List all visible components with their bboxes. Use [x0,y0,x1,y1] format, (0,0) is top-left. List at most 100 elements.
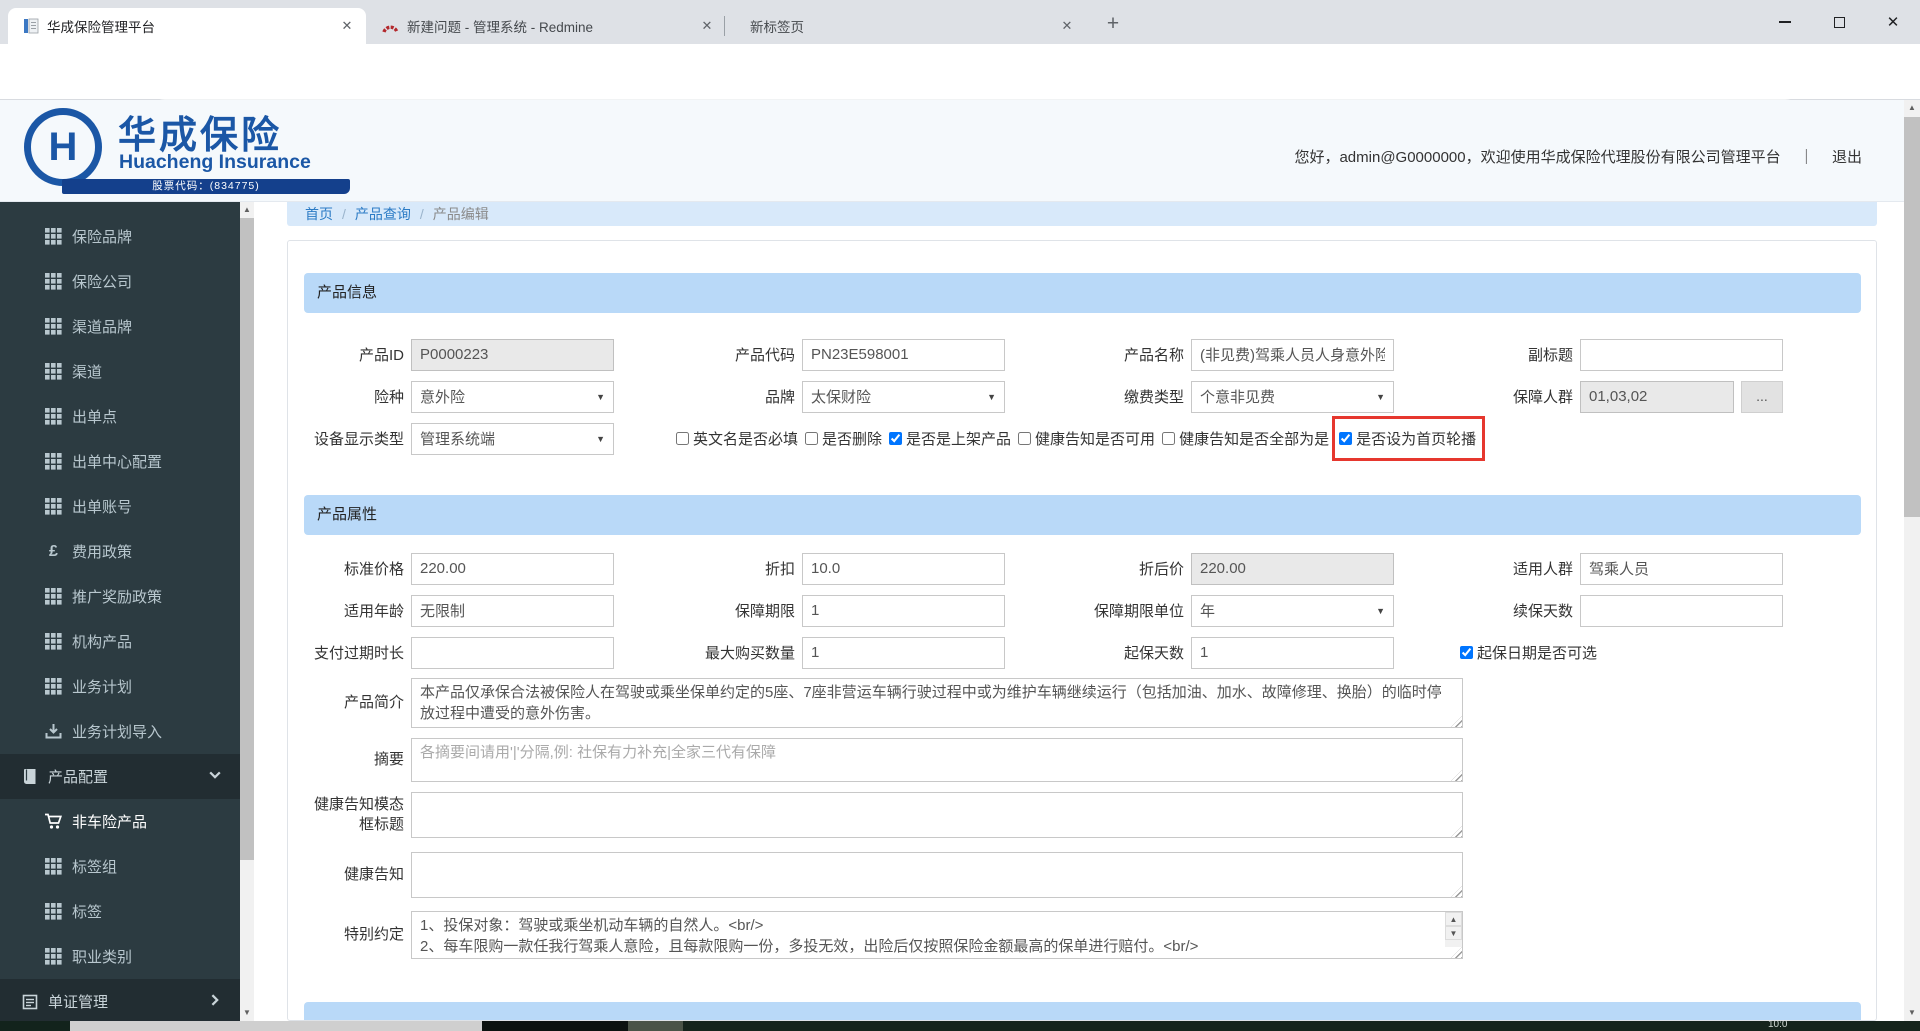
period-unit-label: 保障期限单位 [1093,603,1184,620]
discount-input[interactable] [802,552,1005,585]
special-terms-textarea[interactable]: 1、投保对象：驾驶或乘坐机动车辆的自然人。<br/> 2、每车限购一款任我行驾乘… [411,911,1463,959]
sidebar-item-0[interactable]: 保险品牌 [0,214,240,259]
renew-days-label: 续保天数 [1512,603,1573,620]
tab-close-icon[interactable]: ✕ [338,17,356,35]
brand-select[interactable]: 太保财险 ▼ [802,380,1005,413]
info-checkbox-2[interactable]: 是否是上架产品 [889,428,1011,449]
subtitle-input[interactable] [1580,338,1783,371]
attrs-row-2: 适用年龄 保障期限 保障期限单位 年 ▼ [304,594,1861,627]
page-scroll-up-icon[interactable]: ▲ [1904,100,1920,116]
browser-toolbar: ← → ⓘ 不安全 mp.ins.hc-insurance.com /Login… [0,44,1920,133]
browser-tab-2[interactable]: 新建问题 - 管理系统 - Redmine ✕ [368,8,726,44]
product-edit-panel: 产品信息 产品ID 产品代码 产品名称 [287,240,1877,1021]
summary-textarea[interactable] [411,738,1463,782]
sidebar-scroll-down-icon[interactable]: ▼ [240,1005,254,1021]
intro-textarea[interactable]: 本产品仅承保合法被保险人在驾驶或乘坐保单约定的5座、7座非营运车辆行驶过程中或为… [411,678,1463,728]
device-type-select[interactable]: 管理系统端 ▼ [411,422,614,455]
sidebar-item-14[interactable]: 标签组 [0,844,240,889]
sidebar-item-8[interactable]: 推广奖励政策 [0,574,240,619]
sidebar-item-9[interactable]: 机构产品 [0,619,240,664]
sidebar-item-10[interactable]: 业务计划 [0,664,240,709]
product-name-input[interactable] [1191,338,1394,371]
checkbox-box[interactable] [1339,432,1353,445]
info-checkbox-3[interactable]: 健康告知是否可用 [1018,428,1155,449]
breadcrumb-current: 产品编辑 [432,206,489,222]
maximize-button[interactable] [1812,0,1866,44]
scroll-up-icon[interactable]: ▲ [1445,912,1462,926]
info-checkbox-5-highlighted[interactable]: 是否设为首页轮播 [1332,416,1486,461]
browser-tab-3[interactable]: 新标签页 ✕ [728,8,1086,44]
health-notice-textarea[interactable] [411,852,1463,898]
grid-icon [44,273,63,290]
health-modal-title-textarea[interactable] [411,792,1463,838]
sidebar-scroll-thumb[interactable] [240,218,254,860]
sidebar-item-1[interactable]: 保险公司 [0,259,240,304]
sidebar-item-6[interactable]: 出单账号 [0,484,240,529]
minimize-button[interactable] [1758,0,1812,44]
main-content: 首页 / 产品查询 / 产品编辑 产品信息 产品ID 产品代码 [254,202,1904,1021]
doc-icon [20,994,39,1010]
sidebar-item-label: 职业类别 [72,949,133,966]
pay-expire-input[interactable] [411,636,614,669]
start-date-optional-checkbox[interactable]: 起保日期是否可选 [1460,642,1597,663]
device-type-value: 管理系统端 [420,431,496,448]
period-input[interactable] [802,594,1005,627]
pay-type-select[interactable]: 个意非见费 ▼ [1191,380,1394,413]
sidebar-item-7[interactable]: £ 费用政策 [0,529,240,574]
welcome-text: 您好，admin@G0000000，欢迎使用华成保险代理股份有限公司管理平台 [1294,149,1781,166]
checkbox-box[interactable] [889,432,903,445]
page-scroll-down-icon[interactable]: ▼ [1904,1005,1920,1021]
breadcrumb-home-link[interactable]: 首页 [305,204,333,224]
sidebar-item-17[interactable]: 单证管理 [0,979,240,1021]
checkbox-box[interactable] [676,432,689,445]
sidebar-item-label: 出单中心配置 [72,454,163,471]
checkbox-box[interactable] [805,432,819,445]
sidebar-item-5[interactable]: 出单中心配置 [0,439,240,484]
logout-link[interactable]: 退出 [1832,149,1862,166]
checkbox-label: 是否删除 [822,431,883,448]
tab-close-icon[interactable]: ✕ [1058,17,1076,35]
page-scroll-thumb[interactable] [1904,117,1920,517]
textarea-scrollbar[interactable]: ▲ ▼ [1445,912,1462,947]
info-checkbox-4[interactable]: 健康告知是否全部为是 [1162,428,1329,449]
info-row-1: 产品ID 产品代码 产品名称 副标题 [304,338,1861,371]
health-modal-title-row: 健康告知模态框标题 [304,792,1861,838]
browser-tab-1[interactable]: 华成保险管理平台 ✕ [8,8,366,44]
grid-icon [44,228,63,245]
sidebar-item-label: 单证管理 [48,994,109,1011]
page-scrollbar[interactable]: ▲ ▼ [1904,100,1920,1021]
insurance-type-select[interactable]: 意外险 ▼ [411,380,614,413]
info-checkbox-0[interactable]: 英文名是否必填 [676,428,798,449]
checkbox-box[interactable] [1162,432,1176,445]
start-days-input[interactable] [1191,636,1394,669]
sidebar-item-2[interactable]: 渠道品牌 [0,304,240,349]
sidebar-item-15[interactable]: 标签 [0,889,240,934]
sidebar-item-13[interactable]: 非车险产品 [0,799,240,844]
sidebar-scroll-up-icon[interactable]: ▲ [240,202,254,218]
sidebar-scrollbar[interactable]: ▲ ▼ [240,202,254,1021]
renew-days-input[interactable] [1580,594,1783,627]
std-price-input[interactable] [411,552,614,585]
sidebar-item-4[interactable]: 出单点 [0,394,240,439]
max-buy-input[interactable] [802,636,1005,669]
start-date-optional-box[interactable] [1460,646,1473,659]
sidebar-item-11[interactable]: 业务计划导入 [0,709,240,754]
sidebar-item-12[interactable]: 产品配置 [0,754,240,799]
breadcrumb-product-query-link[interactable]: 产品查询 [355,204,411,224]
info-checkbox-1[interactable]: 是否删除 [805,428,882,449]
apply-age-input[interactable] [411,594,614,627]
sidebar-item-label: 保险品牌 [72,229,133,246]
scroll-down-icon[interactable]: ▼ [1445,926,1462,940]
special-terms-row: 特别约定 1、投保对象：驾驶或乘坐机动车辆的自然人。<br/> 2、每车限购一款… [304,911,1861,959]
tab-close-icon[interactable]: ✕ [698,17,716,35]
period-unit-select[interactable]: 年 ▼ [1191,594,1394,627]
checkbox-box[interactable] [1018,432,1032,445]
close-button[interactable]: ✕ [1866,0,1920,44]
sidebar-item-3[interactable]: 渠道 [0,349,240,394]
tab-title: 华成保险管理平台 [47,20,155,35]
product-code-input[interactable] [802,338,1005,371]
sidebar-item-16[interactable]: 职业类别 [0,934,240,979]
new-tab-button[interactable]: + [1098,10,1128,40]
apply-group-input[interactable] [1580,552,1783,585]
protect-group-more-button[interactable]: ... [1741,380,1783,413]
